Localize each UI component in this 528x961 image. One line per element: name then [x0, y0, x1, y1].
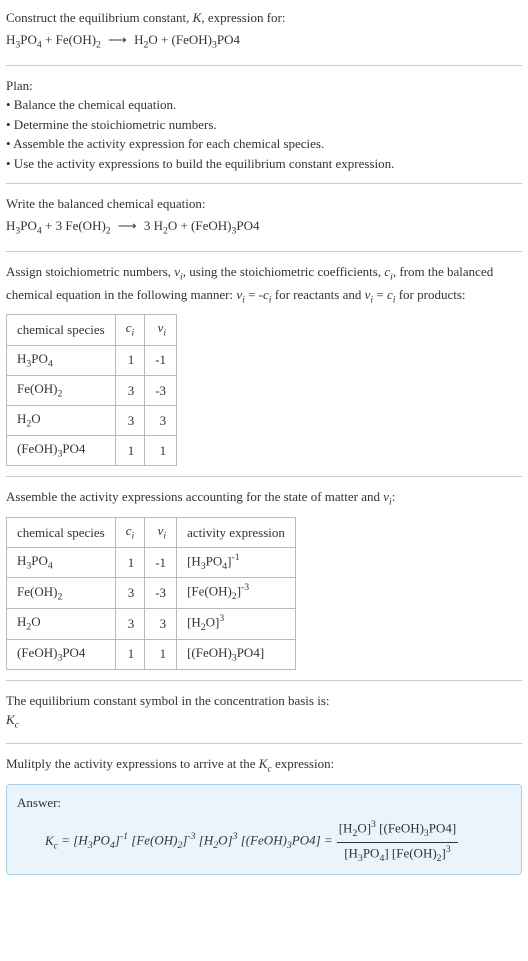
intro-section: Construct the equilibrium constant, K, e… — [6, 8, 522, 66]
col-activity: activity expression — [177, 517, 296, 547]
cell-activity: [H3PO4]-1 — [177, 547, 296, 578]
plan-item: • Assemble the activity expression for e… — [6, 134, 522, 154]
stoich-intro: Assign stoichiometric numbers, νi, using… — [6, 262, 522, 308]
answer-label: Answer: — [17, 793, 511, 813]
cell-vi: -1 — [145, 345, 177, 375]
cell-species: Fe(OH)2 — [7, 375, 116, 405]
stoich-section: Assign stoichiometric numbers, νi, using… — [6, 262, 522, 478]
table-row: H2O 3 3 [H2O]3 — [7, 609, 296, 640]
cell-vi: -3 — [145, 375, 177, 405]
cell-species: H3PO4 — [7, 345, 116, 375]
cell-species: Fe(OH)2 — [7, 578, 116, 609]
cell-vi: -3 — [145, 578, 177, 609]
cell-vi: 1 — [145, 639, 177, 669]
table-row: Fe(OH)2 3 -3 [Fe(OH)2]-3 — [7, 578, 296, 609]
kc-lhs: Kc = [H3PO4]-1 [Fe(OH)2]-3 [H2O]3 [(FeOH… — [45, 830, 333, 854]
cell-ci: 1 — [115, 639, 145, 669]
plan-item: • Use the activity expressions to build … — [6, 154, 522, 174]
cell-ci: 3 — [115, 578, 145, 609]
cell-species: H2O — [7, 609, 116, 640]
col-vi: νi — [145, 517, 177, 547]
stoich-table: chemical species ci νi H3PO4 1 -1 Fe(OH)… — [6, 314, 177, 466]
balanced-equation: H3PO4 + 3 Fe(OH)2 ⟶ 3 H2O + (FeOH)3PO4 — [6, 216, 522, 239]
col-species: chemical species — [7, 517, 116, 547]
cell-species: H3PO4 — [7, 547, 116, 578]
activity-table: chemical species ci νi activity expressi… — [6, 517, 296, 670]
table-row: (FeOH)3PO4 1 1 [(FeOH)3PO4] — [7, 639, 296, 669]
answer-box: Answer: Kc = [H3PO4]-1 [Fe(OH)2]-3 [H2O]… — [6, 784, 522, 876]
balanced-heading: Write the balanced chemical equation: — [6, 194, 522, 214]
table-header-row: chemical species ci νi activity expressi… — [7, 517, 296, 547]
plan-item: • Balance the chemical equation. — [6, 95, 522, 115]
activity-intro: Assemble the activity expressions accoun… — [6, 487, 522, 510]
col-vi: νi — [145, 315, 177, 345]
intro-title: Construct the equilibrium constant, K, e… — [6, 8, 522, 28]
cell-vi: 3 — [145, 609, 177, 640]
cell-vi: 3 — [145, 406, 177, 436]
balanced-section: Write the balanced chemical equation: H3… — [6, 194, 522, 252]
table-row: H3PO4 1 -1 [H3PO4]-1 — [7, 547, 296, 578]
cell-ci: 3 — [115, 406, 145, 436]
plan-section: Plan: • Balance the chemical equation. •… — [6, 76, 522, 185]
cell-activity: [Fe(OH)2]-3 — [177, 578, 296, 609]
cell-species: (FeOH)3PO4 — [7, 639, 116, 669]
equilibrium-symbol-section: The equilibrium constant symbol in the c… — [6, 691, 522, 745]
intro-equation: H3PO4 + Fe(OH)2 ⟶ H2O + (FeOH)3PO4 — [6, 30, 522, 53]
kc-expression: Kc = [H3PO4]-1 [Fe(OH)2]-3 [H2O]3 [(FeOH… — [17, 818, 511, 866]
cell-species: H2O — [7, 406, 116, 436]
kc-numerator: [H2O]3 [(FeOH)3PO4] — [337, 818, 459, 842]
col-ci: ci — [115, 315, 145, 345]
col-ci: ci — [115, 517, 145, 547]
table-row: Fe(OH)2 3 -3 — [7, 375, 177, 405]
cell-activity: [H2O]3 — [177, 609, 296, 640]
cell-vi: -1 — [145, 547, 177, 578]
col-species: chemical species — [7, 315, 116, 345]
equilibrium-symbol: Kc — [6, 710, 522, 733]
table-header-row: chemical species ci νi — [7, 315, 177, 345]
cell-ci: 1 — [115, 345, 145, 375]
table-row: (FeOH)3PO4 1 1 — [7, 436, 177, 466]
cell-vi: 1 — [145, 436, 177, 466]
table-row: H2O 3 3 — [7, 406, 177, 436]
kc-denominator: [H3PO4] [Fe(OH)2]3 — [342, 843, 453, 867]
final-intro: Mulitply the activity expressions to arr… — [6, 754, 522, 777]
cell-ci: 3 — [115, 375, 145, 405]
cell-ci: 1 — [115, 436, 145, 466]
activity-section: Assemble the activity expressions accoun… — [6, 487, 522, 680]
plan-heading: Plan: — [6, 76, 522, 96]
kc-fraction: [H2O]3 [(FeOH)3PO4] [H3PO4] [Fe(OH)2]3 — [337, 818, 459, 866]
cell-ci: 3 — [115, 609, 145, 640]
cell-activity: [(FeOH)3PO4] — [177, 639, 296, 669]
equilibrium-symbol-text: The equilibrium constant symbol in the c… — [6, 691, 522, 711]
cell-ci: 1 — [115, 547, 145, 578]
final-section: Mulitply the activity expressions to arr… — [6, 754, 522, 885]
cell-species: (FeOH)3PO4 — [7, 436, 116, 466]
table-row: H3PO4 1 -1 — [7, 345, 177, 375]
plan-item: • Determine the stoichiometric numbers. — [6, 115, 522, 135]
